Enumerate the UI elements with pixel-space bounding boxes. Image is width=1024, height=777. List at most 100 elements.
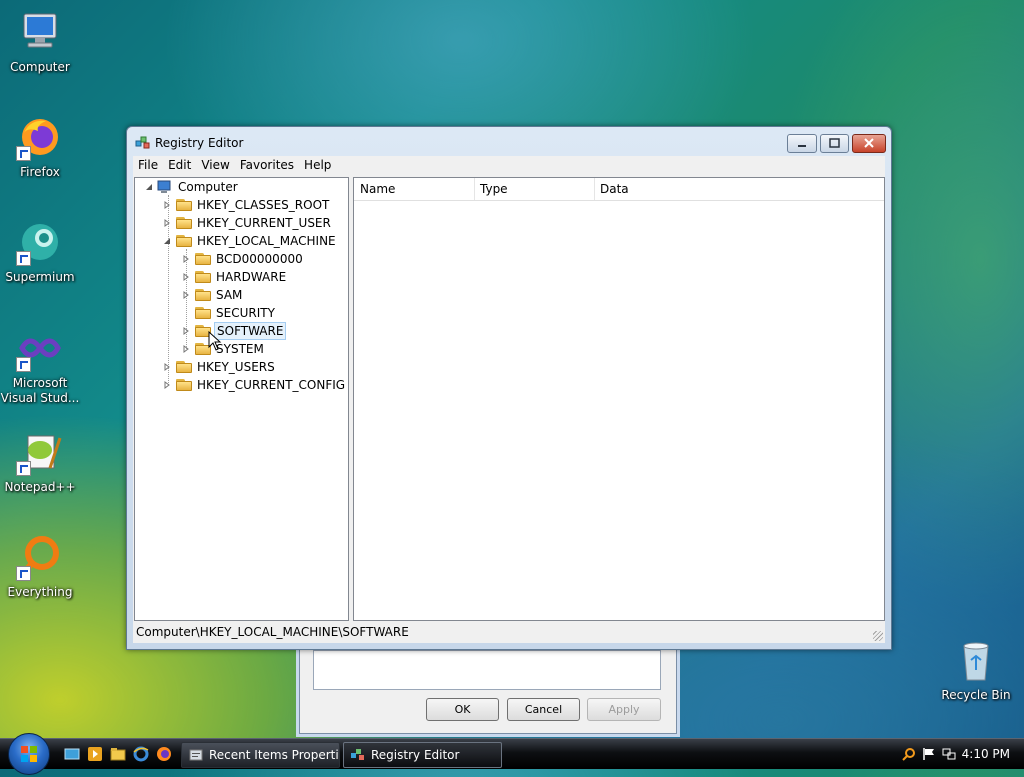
desktop-icon-visual-studio[interactable]: Microsoft Visual Stud... <box>0 324 80 406</box>
firefox-icon[interactable] <box>156 746 172 762</box>
window-client-area: Computer HKEY_CLASSES_ROOT HKEY_CURRENT_… <box>133 175 885 643</box>
folder-open-icon <box>176 234 192 247</box>
shortcut-arrow-icon <box>16 461 31 476</box>
collapse-arrow-icon <box>146 184 152 190</box>
maximize-icon <box>829 138 840 148</box>
menu-file[interactable]: File <box>133 156 163 175</box>
start-button[interactable] <box>8 733 50 775</box>
menu-bar: File Edit View Favorites Help <box>133 156 885 175</box>
folder-icon <box>195 288 211 301</box>
supermium-icon <box>16 218 64 266</box>
folder-icon <box>195 252 211 265</box>
registry-tree-view[interactable]: Computer HKEY_CLASSES_ROOT HKEY_CURRENT_… <box>134 177 349 621</box>
folder-icon <box>176 198 192 211</box>
recycle-bin-icon <box>952 636 1000 684</box>
tree-node-label: HKEY_CURRENT_CONFIG <box>197 378 346 392</box>
desktop-icon-label: Firefox <box>20 165 60 179</box>
tree-node-label: SAM <box>216 288 243 302</box>
menu-help[interactable]: Help <box>299 156 336 175</box>
folder-icon <box>176 378 192 391</box>
windows-logo-icon <box>21 746 37 762</box>
expand-arrow-icon <box>164 381 170 389</box>
desktop-icon-label: Everything <box>7 585 73 599</box>
search-tray-icon[interactable] <box>902 747 916 761</box>
list-header: Name Type Data <box>354 178 884 201</box>
tree-node-label: HARDWARE <box>216 270 287 284</box>
desktop-icon-label: Microsoft Visual Stud... <box>0 376 80 405</box>
tree-node-label: HKEY_CLASSES_ROOT <box>197 198 330 212</box>
folder-icon <box>176 360 192 373</box>
status-bar-path: Computer\HKEY_LOCAL_MACHINE\SOFTWARE <box>136 625 409 639</box>
expand-arrow-icon <box>183 273 189 281</box>
maximize-button[interactable] <box>820 134 849 153</box>
taskbar: Recent Items Properti... Registry Editor… <box>0 733 1024 775</box>
shortcut-arrow-icon <box>16 566 31 581</box>
registry-editor-icon <box>135 135 151 151</box>
tree-node-label: HKEY_USERS <box>197 360 275 374</box>
visual-studio-icon <box>16 324 64 372</box>
tree-node-label: HKEY_LOCAL_MACHINE <box>197 234 336 248</box>
mouse-cursor-icon <box>208 331 222 351</box>
desktop-icon-label: Supermium <box>5 270 75 284</box>
taskbar-button-recent-items[interactable]: Recent Items Properti... <box>181 742 340 768</box>
apply-button[interactable]: Apply <box>587 698 661 721</box>
registry-editor-window: Registry Editor File Edit View Favorites Hel… <box>126 126 892 650</box>
expand-arrow-icon <box>183 327 189 335</box>
action-center-flag-icon[interactable] <box>922 747 936 761</box>
resize-grip-icon[interactable] <box>873 631 883 641</box>
desktop-icon-supermium[interactable]: Supermium <box>0 218 80 285</box>
tree-node-label: BCD00000000 <box>216 252 303 266</box>
registry-values-list[interactable]: Name Type Data <box>353 177 885 621</box>
collapse-arrow-icon <box>164 238 170 244</box>
computer-icon <box>157 180 171 193</box>
desktop-icon-label: Recycle Bin <box>941 688 1011 702</box>
desktop-icon-firefox[interactable]: Firefox <box>0 113 80 180</box>
taskbar-button-registry-editor[interactable]: Registry Editor <box>343 742 502 768</box>
expand-arrow-icon <box>164 201 170 209</box>
menu-edit[interactable]: Edit <box>163 156 196 175</box>
internet-explorer-icon[interactable] <box>133 746 149 762</box>
desktop-icon-computer[interactable]: Computer <box>0 8 80 75</box>
minimize-button[interactable] <box>787 134 817 153</box>
system-clock[interactable]: 4:10 PM <box>962 739 1010 769</box>
taskbar-button-label: Registry Editor <box>371 748 460 762</box>
cancel-button[interactable]: Cancel <box>507 698 580 721</box>
menu-view[interactable]: View <box>196 156 234 175</box>
tree-node-label: SOFTWARE <box>214 322 287 340</box>
media-player-icon[interactable] <box>87 746 103 762</box>
expand-arrow-icon <box>164 363 170 371</box>
tree-node-label: Computer <box>178 180 238 194</box>
dialog-content-box <box>313 650 661 690</box>
explorer-icon[interactable] <box>110 746 126 762</box>
column-header-data[interactable]: Data <box>594 178 884 200</box>
minimize-icon <box>798 145 806 147</box>
network-icon[interactable] <box>942 747 956 761</box>
taskbar-button-label: Recent Items Properti... <box>209 748 340 762</box>
folder-icon <box>176 216 192 229</box>
column-header-name[interactable]: Name <box>354 178 475 200</box>
close-icon <box>864 138 874 148</box>
show-desktop-icon[interactable] <box>64 746 80 762</box>
expand-arrow-icon <box>183 291 189 299</box>
menu-favorites[interactable]: Favorites <box>235 156 299 175</box>
ok-button[interactable]: OK <box>426 698 499 721</box>
expand-arrow-icon <box>164 219 170 227</box>
window-title: Registry Editor <box>155 136 244 150</box>
folder-icon <box>195 270 211 283</box>
close-button[interactable] <box>852 134 886 153</box>
desktop-icon-notepadpp[interactable]: Notepad++ <box>0 428 80 495</box>
recent-items-properties-dialog: OK Cancel Apply <box>299 645 677 734</box>
expand-arrow-icon <box>183 255 189 263</box>
folder-icon <box>195 306 211 319</box>
shortcut-arrow-icon <box>16 357 31 372</box>
everything-search-icon <box>16 533 64 581</box>
title-bar[interactable]: Registry Editor <box>127 127 891 159</box>
computer-icon <box>16 8 64 56</box>
column-header-type[interactable]: Type <box>474 178 595 200</box>
desktop-icon-everything[interactable]: Everything <box>0 533 80 600</box>
desktop-icon-recycle-bin[interactable]: Recycle Bin <box>936 636 1016 703</box>
shortcut-arrow-icon <box>16 251 31 266</box>
registry-editor-icon <box>351 749 364 760</box>
expand-arrow-icon <box>183 345 189 353</box>
shortcut-arrow-icon <box>16 146 31 161</box>
